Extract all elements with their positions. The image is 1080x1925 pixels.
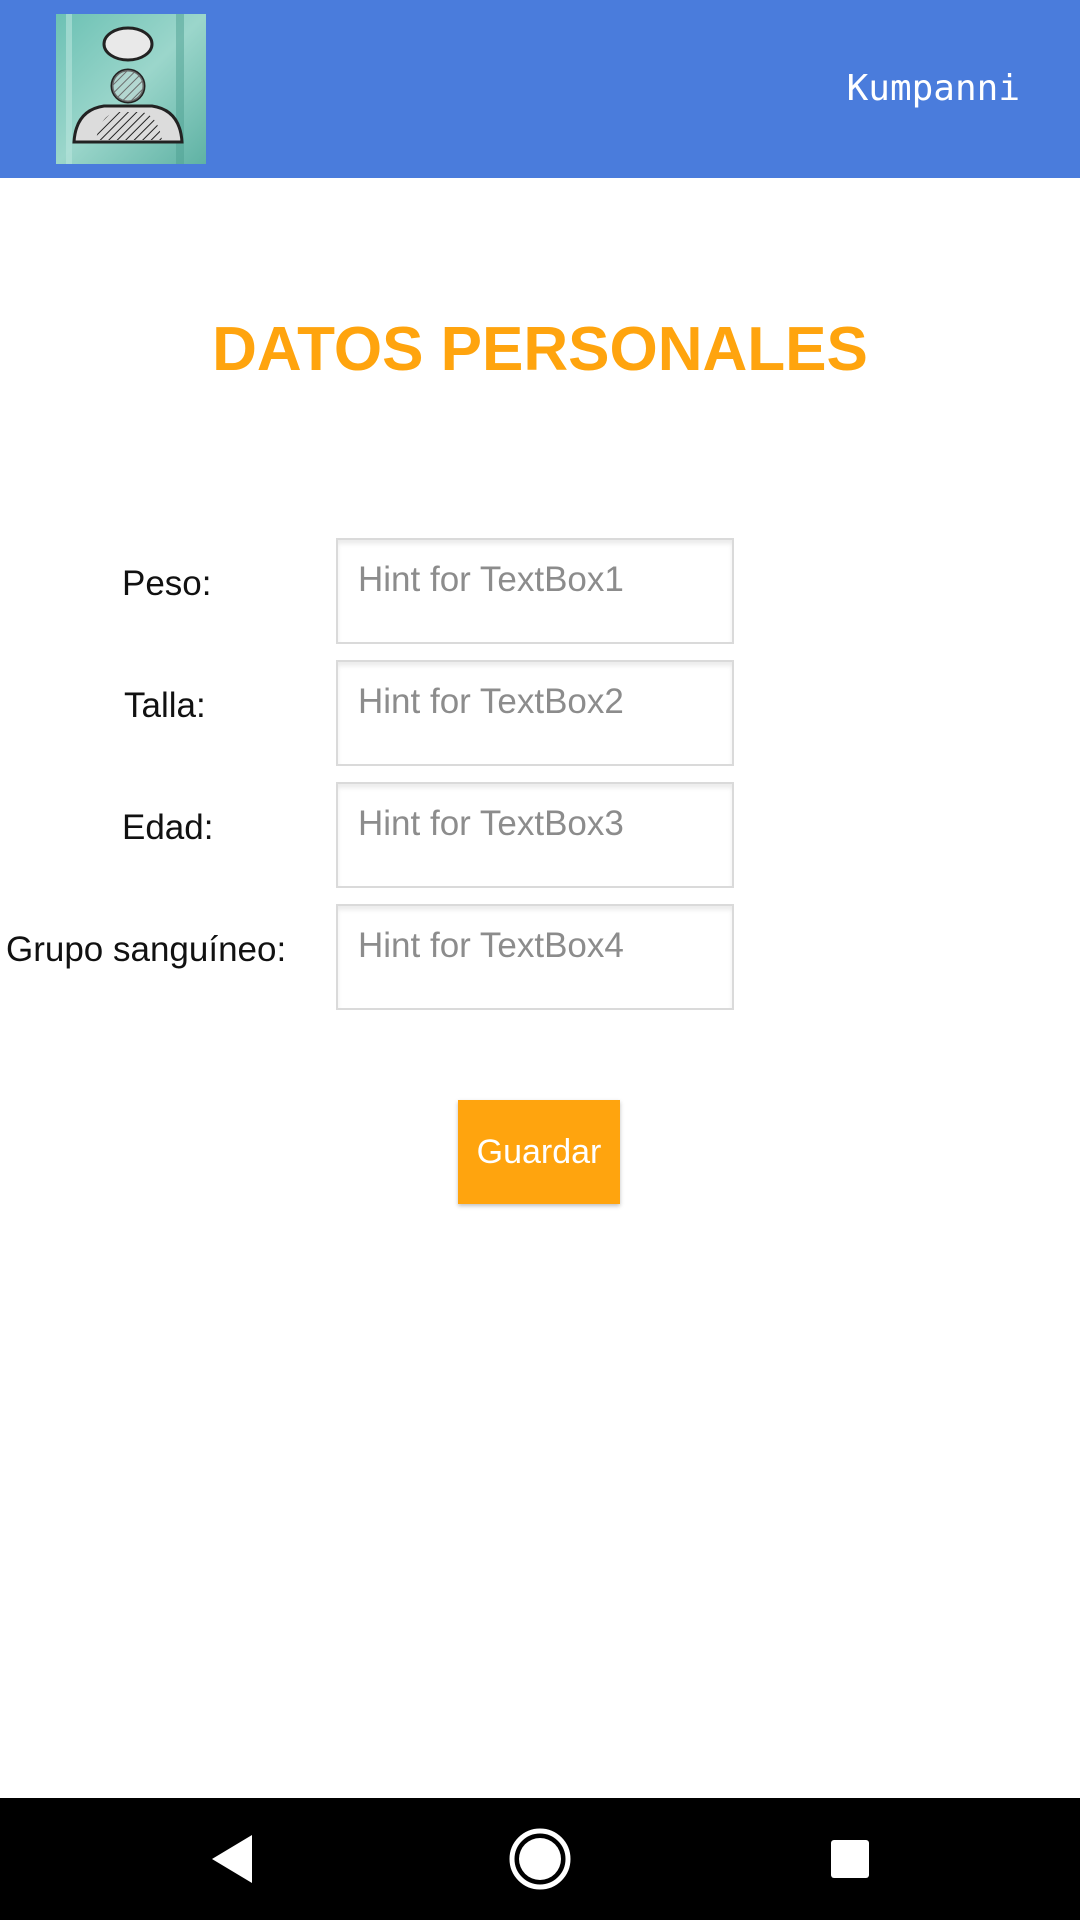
edad-label: Edad: xyxy=(122,808,214,847)
peso-input[interactable]: Hint for TextBox1 xyxy=(336,538,734,644)
back-triangle-icon[interactable] xyxy=(170,1798,290,1920)
grupo-sanguineo-input[interactable]: Hint for TextBox4 xyxy=(336,904,734,1010)
app-bar: Kumpanni xyxy=(0,0,1080,178)
grupo-sanguineo-label: Grupo sanguíneo: xyxy=(6,930,287,969)
recents-square-icon[interactable] xyxy=(790,1798,910,1920)
save-button[interactable]: Guardar xyxy=(458,1100,620,1204)
page-title: DATOS PERSONALES xyxy=(212,315,868,384)
talla-label: Talla: xyxy=(124,686,206,725)
navigation-bar xyxy=(0,1798,1080,1920)
home-circle-icon[interactable] xyxy=(480,1798,600,1920)
edad-input[interactable]: Hint for TextBox3 xyxy=(336,782,734,888)
peso-label: Peso: xyxy=(122,564,212,603)
app-title: Kumpanni xyxy=(846,68,1020,109)
person-sketch-logo-icon[interactable] xyxy=(56,14,206,164)
talla-input[interactable]: Hint for TextBox2 xyxy=(336,660,734,766)
